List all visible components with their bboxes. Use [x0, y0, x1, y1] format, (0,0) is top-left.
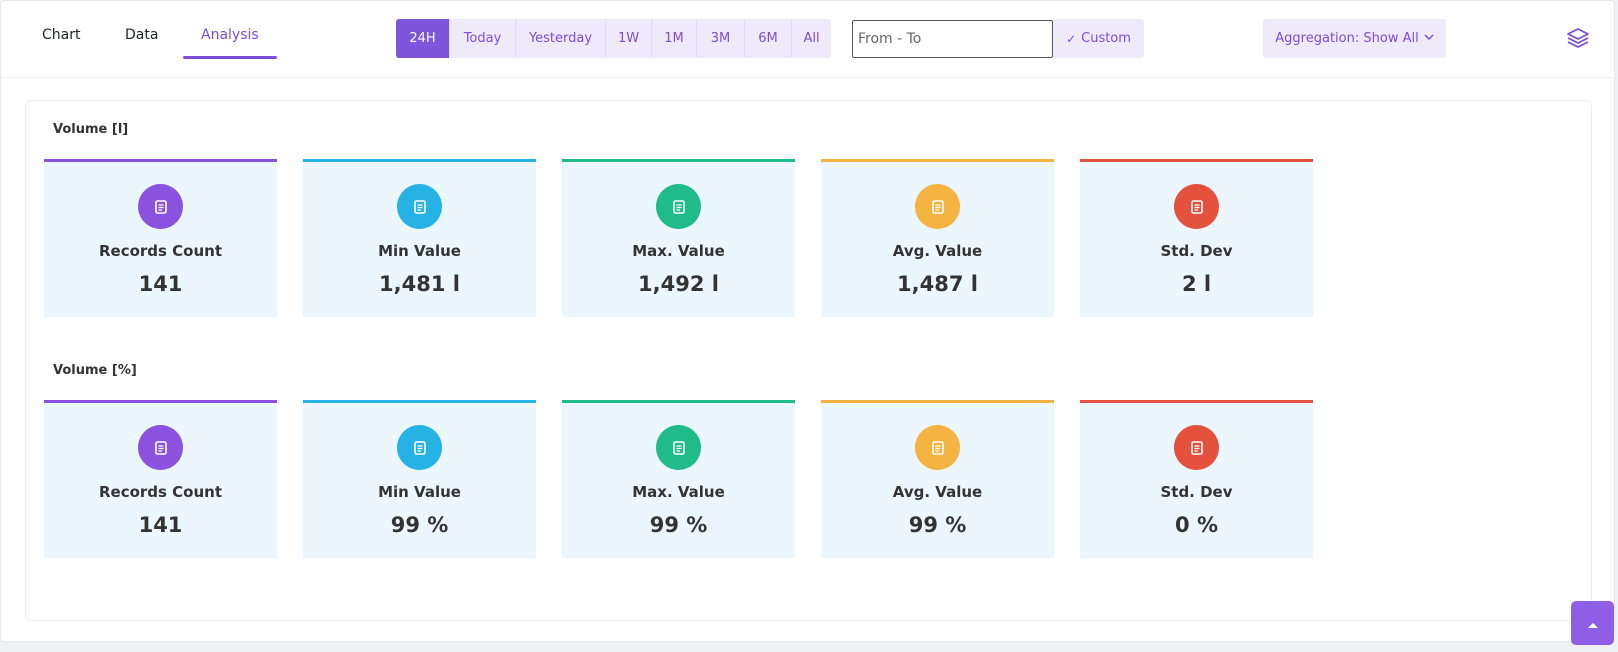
document-icon [397, 184, 442, 229]
document-icon [656, 425, 701, 470]
range-button-yesterday[interactable]: Yesterday [516, 19, 606, 58]
stat-card-label: Max. Value [632, 483, 725, 501]
stat-card-value: 99 % [649, 513, 708, 537]
toolbar: Chart Data Analysis 24H Today Yesterday … [1, 1, 1616, 78]
time-range-group: 24H Today Yesterday 1W 1M 3M 6M All [396, 19, 831, 58]
stat-card: Max. Value 99 % [562, 400, 795, 558]
document-icon [656, 184, 701, 229]
tab-chart-label: Chart [42, 27, 81, 43]
stat-card-value: 1,492 l [638, 272, 719, 296]
range-button-today[interactable]: Today [450, 19, 516, 58]
tab-data[interactable]: Data [125, 27, 158, 60]
stat-card-value: 141 [138, 513, 183, 537]
range-button-all[interactable]: All [792, 19, 831, 58]
analysis-content: Volume [l] Volume [%] Records Count 141 Mi… [25, 100, 1592, 621]
stat-card: Std. Dev 2 l [1080, 159, 1313, 317]
document-icon [915, 425, 960, 470]
aggregation-label: Aggregation: Show All [1275, 31, 1419, 46]
stat-card-label: Records Count [98, 242, 223, 260]
range-button-1w[interactable]: 1W [606, 19, 652, 58]
active-tab-underline [183, 56, 277, 59]
document-icon [138, 184, 183, 229]
section-title-volume-l: Volume [l] [53, 122, 129, 137]
caret-up-icon [1587, 614, 1599, 633]
custom-range-button[interactable]: ✓ Custom [1053, 19, 1144, 58]
stat-card: Max. Value 1,492 l [562, 159, 795, 317]
document-icon [1174, 425, 1219, 470]
range-button-1m[interactable]: 1M [652, 19, 697, 58]
stat-card: Min Value 1,481 l [303, 159, 536, 317]
tab-analysis-label: Analysis [201, 27, 259, 43]
stat-card-value: 141 [138, 272, 183, 296]
stat-card-label: Records Count [98, 483, 223, 501]
custom-range-label: Custom [1081, 31, 1131, 46]
layers-icon[interactable] [1566, 26, 1590, 50]
stat-card: Avg. Value 99 % [821, 400, 1054, 558]
stat-card-value: 99 % [908, 513, 967, 537]
tab-chart[interactable]: Chart [42, 27, 80, 60]
stat-card: Records Count 141 [44, 159, 277, 317]
stat-card-label: Std. Dev [1160, 242, 1233, 260]
stat-card-label: Std. Dev [1160, 483, 1233, 501]
aggregation-dropdown[interactable]: Aggregation: Show All [1263, 19, 1446, 58]
range-button-24h[interactable]: 24H [396, 19, 450, 58]
document-icon [138, 425, 183, 470]
analysis-panel: Chart Data Analysis 24H Today Yesterday … [0, 0, 1616, 645]
stat-card: Min Value 99 % [303, 400, 536, 558]
range-button-6m[interactable]: 6M [745, 19, 792, 58]
stat-card-value: 2 l [1181, 272, 1212, 296]
document-icon [1174, 184, 1219, 229]
document-icon [397, 425, 442, 470]
date-range-input[interactable] [852, 20, 1053, 58]
stat-card-label: Min Value [378, 242, 461, 260]
scroll-to-top-button[interactable] [1571, 601, 1614, 645]
tab-analysis[interactable]: Analysis [183, 27, 277, 60]
stat-card: Avg. Value 1,487 l [821, 159, 1054, 317]
document-icon [915, 184, 960, 229]
stat-card: Records Count 141 [44, 400, 277, 558]
check-icon: ✓ [1066, 31, 1077, 46]
stat-card-value: 1,487 l [897, 272, 978, 296]
section-title-volume-percent: Volume [%] [53, 363, 137, 378]
stat-card-value: 0 % [1175, 513, 1218, 537]
tab-data-label: Data [125, 27, 159, 43]
stat-card-label: Max. Value [632, 242, 725, 260]
stat-card-value: 1,481 l [379, 272, 460, 296]
chevron-down-icon [1424, 33, 1434, 44]
stat-card-value: 99 % [390, 513, 449, 537]
stat-card-label: Avg. Value [892, 242, 983, 260]
stat-card: Std. Dev 0 % [1080, 400, 1313, 558]
range-button-3m[interactable]: 3M [697, 19, 745, 58]
stat-card-label: Min Value [378, 483, 461, 501]
stat-card-label: Avg. Value [892, 483, 983, 501]
